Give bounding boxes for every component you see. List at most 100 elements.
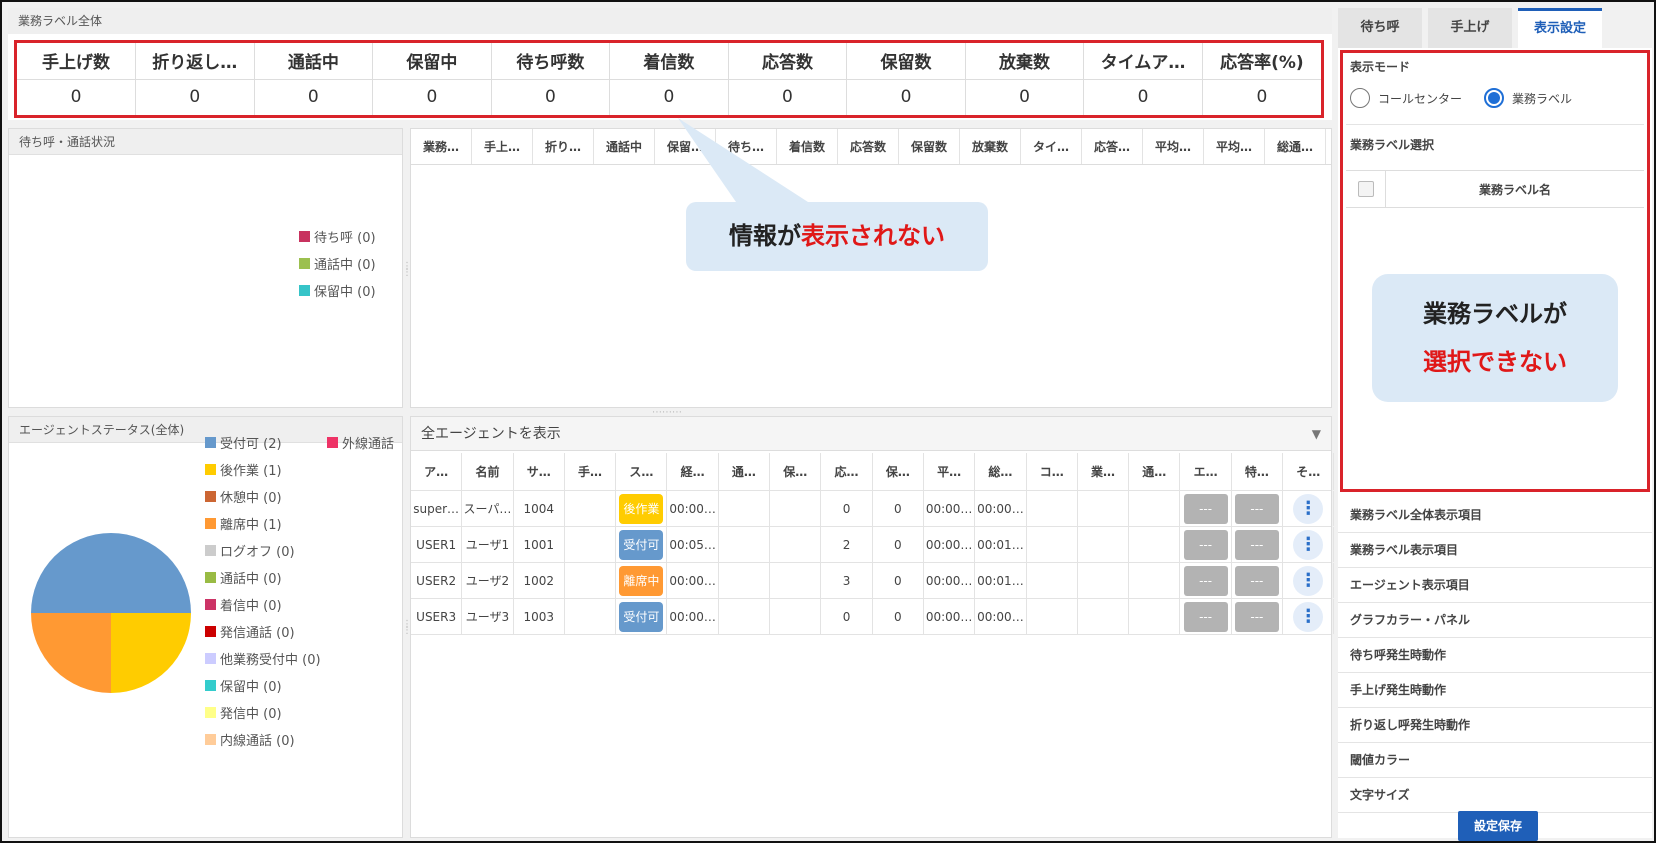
summary-value-cell: 0 [1256, 87, 1268, 108]
settings-menu-item[interactable]: 業務ラベル表示項目 [1338, 533, 1652, 568]
summary-value-cell: 0 [1083, 79, 1203, 115]
agent-cell: 00:01… [975, 527, 1027, 562]
agent-column-header[interactable]: 通… [719, 453, 771, 490]
tab-1[interactable]: 手上げ [1428, 8, 1512, 48]
label-detail-column-header[interactable]: 折り… [533, 129, 594, 164]
agent-column-header[interactable]: そ… [1283, 453, 1335, 490]
agent-filter-dropdown[interactable]: 全エージェントを表示 ▼ [411, 417, 1331, 451]
summary-value-cell: 0 [728, 79, 848, 115]
summary-header-cell: タイムア… [1083, 43, 1203, 80]
radio-callcenter[interactable]: コールセンター [1350, 88, 1462, 108]
legend-label: 離席中 (1) [220, 518, 282, 533]
legend-swatch [205, 437, 216, 448]
settings-menu-item[interactable]: 文字サイズ [1338, 778, 1652, 813]
agent-cell: 00:00… [924, 563, 976, 598]
agent-cell: 1004 [514, 491, 565, 526]
agent-action-button[interactable]: --- [1183, 601, 1228, 632]
agent-status-legend: 受付可 (2) 後作業 (1) 休憩中 (0) 離席中 (1) ログオフ (0) 通話中 … [205, 429, 321, 753]
agent-action-button[interactable]: --- [1234, 565, 1279, 596]
agent-column-header[interactable]: 平… [924, 453, 976, 490]
agent-column-header[interactable]: 通… [1129, 453, 1181, 490]
pie-slice-受付可 [31, 533, 191, 613]
label-detail-column-header[interactable]: タイ… [1021, 129, 1082, 164]
settings-menu-item[interactable]: グラフカラー・パネル [1338, 603, 1652, 638]
agent-cell: 0 [873, 563, 924, 598]
divider [1346, 124, 1644, 125]
agent-list-panel: 全エージェントを表示 ▼ ア… 名前 サ… 手… ス… 経… 通… 保… 応… 保… 平… 総… コ… 業… [410, 416, 1335, 838]
label-detail-column-header[interactable]: 保留数 [899, 129, 960, 164]
agent-table-row[interactable]: USER3 ユーザ3 1003 受付可 00:00… 0 0 00:00… 00:00… --- -… [411, 599, 1335, 635]
agent-action-button[interactable]: --- [1234, 529, 1279, 560]
save-settings-button[interactable]: 設定保存 [1458, 811, 1538, 841]
agent-column-header[interactable]: 特… [1232, 453, 1284, 490]
agent-column-header[interactable]: エ… [1180, 453, 1232, 490]
agent-cell: 00:00… [975, 491, 1027, 526]
summary-title: 業務ラベル全体 [8, 8, 1332, 34]
agent-cell: 00:00… [667, 599, 719, 634]
agent-action-button[interactable]: --- [1234, 601, 1279, 632]
agent-column-header[interactable]: 保… [873, 453, 924, 490]
label-detail-column-header[interactable]: 応答… [1082, 129, 1143, 164]
label-detail-column-header[interactable]: 業務… [411, 129, 472, 164]
settings-menu-item[interactable]: 手上げ発生時動作 [1338, 673, 1652, 708]
agent-action-button[interactable]: --- [1183, 529, 1228, 560]
agent-column-header[interactable]: 保… [770, 453, 822, 490]
more-options-icon[interactable]: ⋮ [1293, 493, 1324, 524]
settings-sidebar: 待ち呼 手上げ 表示設定 表示モード コールセンター 業務ラベル 業務ラベル選択 業… [1338, 8, 1652, 841]
label-name-header: 業務ラベル名 [1478, 182, 1551, 197]
legend-item: ログオフ (0) [205, 537, 321, 564]
tab-2[interactable]: 表示設定 [1518, 8, 1602, 48]
legend-item: 受付可 (2) [205, 429, 321, 456]
agent-action-button[interactable]: --- [1183, 493, 1228, 524]
agent-table-row[interactable]: USER1 ユーザ1 1001 受付可 00:05… 2 0 00:00… 00:01… --- -… [411, 527, 1335, 563]
settings-menu-item[interactable]: 業務ラベル全体表示項目 [1338, 498, 1652, 533]
label-detail-column-header[interactable]: 通話中 [594, 129, 655, 164]
agent-column-header[interactable]: 業… [1078, 453, 1130, 490]
callout-tail [678, 118, 808, 202]
settings-menu-item[interactable]: 待ち呼発生時動作 [1338, 638, 1652, 673]
agent-action-button[interactable]: --- [1183, 565, 1228, 596]
agent-column-header[interactable]: 総… [975, 453, 1027, 490]
agent-column-header[interactable]: ス… [616, 453, 668, 490]
more-options-icon[interactable]: ⋮ [1293, 565, 1324, 596]
sidebar-tabs: 待ち呼 手上げ 表示設定 [1338, 8, 1652, 48]
chevron-down-icon[interactable]: ▼ [1312, 417, 1321, 451]
label-detail-column-header[interactable]: 平均… [1204, 129, 1265, 164]
label-detail-column-header[interactable]: 放棄数 [960, 129, 1021, 164]
agent-cell [719, 599, 771, 634]
more-options-icon[interactable]: ⋮ [1293, 529, 1324, 560]
agent-table-row[interactable]: USER2 ユーザ2 1002 離席中 00:00… 3 0 00:00… 00:01… --- -… [411, 563, 1335, 599]
label-detail-column-header[interactable]: 総通… [1265, 129, 1326, 164]
legend-label: 通話中 (0) [314, 258, 376, 273]
agent-column-header[interactable]: ア… [411, 453, 463, 490]
legend-item: 休憩中 (0) [205, 483, 321, 510]
agent-table-row[interactable]: super… スーパ… 1004 後作業 00:00… 0 0 00:00… 00:00… ---… [411, 491, 1335, 527]
settings-menu-item[interactable]: 折り返し呼発生時動作 [1338, 708, 1652, 743]
agent-cell: 00:01… [975, 563, 1027, 598]
agent-column-header[interactable]: 名前 [462, 453, 514, 490]
agent-column-header[interactable]: 手… [565, 453, 617, 490]
more-options-icon[interactable]: ⋮ [1293, 601, 1324, 632]
select-all-checkbox[interactable] [1357, 181, 1374, 197]
settings-menu-item[interactable]: 閾値カラー [1338, 743, 1652, 778]
label-detail-column-header[interactable]: 平均… [1143, 129, 1204, 164]
tab-0[interactable]: 待ち呼 [1338, 8, 1422, 48]
legend-label: 発信中 (0) [220, 707, 282, 722]
agent-column-header[interactable]: コ… [1027, 453, 1078, 490]
label-detail-column-header[interactable]: 手上… [472, 129, 533, 164]
agent-column-header[interactable]: 経… [667, 453, 719, 490]
radio-business-label-circle[interactable] [1484, 88, 1504, 108]
agent-column-header[interactable]: サ… [514, 453, 565, 490]
radio-business-label[interactable]: 業務ラベル [1484, 88, 1572, 108]
legend-swatch [299, 231, 310, 242]
agent-cell [719, 527, 771, 562]
legend-item: 内線通話 (0) [205, 726, 321, 753]
settings-menu-item[interactable]: エージェント表示項目 [1338, 568, 1652, 603]
agent-action-button[interactable]: --- [1234, 493, 1279, 524]
agent-cell: ⋮ [1283, 491, 1335, 526]
agent-cell: super… [411, 491, 463, 526]
label-detail-column-header[interactable]: 応答数 [838, 129, 899, 164]
agent-column-header[interactable]: 応… [821, 453, 873, 490]
horizontal-splitter-handle[interactable]: ⋯⋯⋯ [652, 408, 682, 418]
radio-callcenter-circle[interactable] [1350, 88, 1370, 108]
